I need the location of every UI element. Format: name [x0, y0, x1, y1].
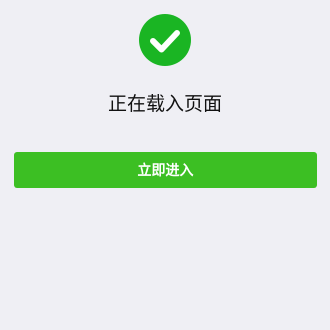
loading-status-text: 正在载入页面 [107, 93, 222, 115]
check-circle-icon [139, 14, 191, 66]
checkmark-icon [150, 30, 180, 53]
loading-page: 正在载入页面 立即进入 [0, 0, 330, 330]
enter-now-button[interactable]: 立即进入 [14, 152, 317, 188]
